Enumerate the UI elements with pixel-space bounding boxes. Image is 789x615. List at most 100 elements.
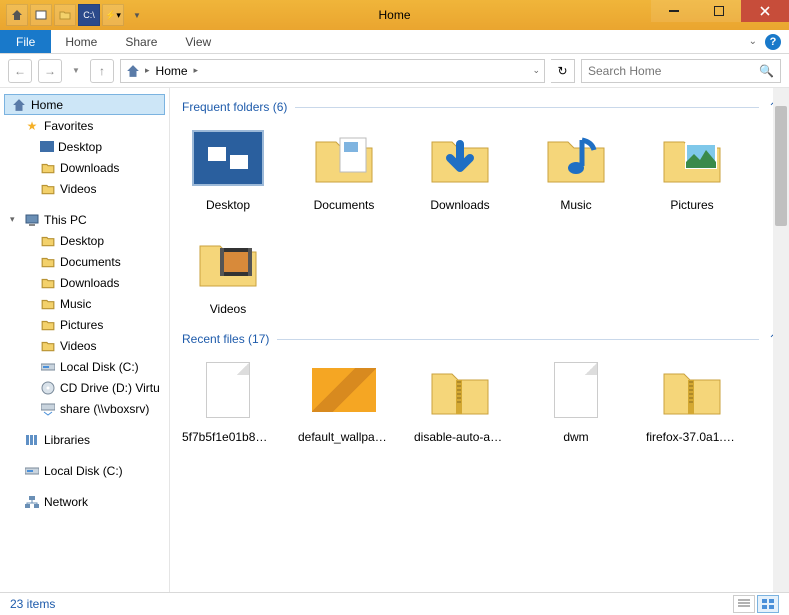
breadcrumb-home[interactable]: Home <box>154 64 190 78</box>
qat-dropdown-icon[interactable]: ⚡▾ <box>102 4 124 26</box>
sidebar-item-cd-drive[interactable]: CD Drive (D:) Virtu <box>0 377 169 398</box>
sidebar-item-downloads[interactable]: Downloads <box>0 272 169 293</box>
close-button[interactable] <box>741 0 789 22</box>
sidebar-item-local-disk-c[interactable]: Local Disk (C:) <box>0 356 169 377</box>
network-icon <box>24 494 40 510</box>
file-icon <box>554 362 598 418</box>
home-icon <box>125 63 141 79</box>
item-zip[interactable]: firefox-37.0a1.en… <box>646 354 738 444</box>
item-image[interactable]: default_wallpape… <box>298 354 390 444</box>
drive-icon <box>24 463 40 479</box>
sidebar-item-videos[interactable]: Videos <box>0 178 169 199</box>
item-desktop[interactable]: Desktop <box>182 122 274 212</box>
folder-icon <box>40 338 56 354</box>
qat-folder-icon[interactable] <box>54 4 76 26</box>
sidebar-item-documents[interactable]: Documents <box>0 251 169 272</box>
folder-icon <box>40 296 56 312</box>
qat-home-icon[interactable] <box>6 4 28 26</box>
recent-files-grid: 5f7b5f1e01b8376… default_wallpape… disab… <box>182 354 777 444</box>
folder-icon <box>40 254 56 270</box>
sidebar-home[interactable]: Home <box>4 94 165 115</box>
file-tab[interactable]: File <box>0 30 51 53</box>
address-dropdown-icon[interactable]: ⌄ <box>532 65 540 76</box>
group-title: Frequent folders (6) <box>182 100 287 114</box>
item-label: default_wallpape… <box>298 430 390 444</box>
ribbon-expand-icon[interactable]: ⌄ <box>749 36 757 47</box>
qat-cmd-icon[interactable]: C:\ <box>78 4 100 26</box>
item-file[interactable]: dwm <box>530 354 622 444</box>
item-downloads[interactable]: Downloads <box>414 122 506 212</box>
chevron-right-icon[interactable]: ▸ <box>194 65 199 76</box>
sidebar-item-label: Desktop <box>60 234 104 248</box>
sidebar-item-downloads[interactable]: Downloads <box>0 157 169 178</box>
search-icon[interactable]: 🔍 <box>759 64 774 78</box>
star-icon: ★ <box>24 118 40 134</box>
vertical-scrollbar[interactable] <box>773 88 789 592</box>
qat-new-window-icon[interactable] <box>30 4 52 26</box>
folder-pictures-icon <box>660 130 724 186</box>
scrollbar-thumb[interactable] <box>775 106 787 226</box>
sidebar-item-network-share[interactable]: share (\\vboxsrv) <box>0 398 169 419</box>
sidebar-item-label: Music <box>60 297 91 311</box>
sidebar-item-desktop[interactable]: Desktop <box>0 230 169 251</box>
sidebar-item-label: Local Disk (C:) <box>60 360 139 374</box>
tab-view[interactable]: View <box>171 30 225 53</box>
sidebar-local-disk[interactable]: Local Disk (C:) <box>0 460 169 481</box>
up-button[interactable]: ↑ <box>90 59 114 83</box>
forward-button[interactable]: → <box>38 59 62 83</box>
folder-icon <box>40 317 56 333</box>
sidebar-network[interactable]: Network <box>0 491 169 512</box>
maximize-button[interactable] <box>696 0 741 22</box>
zip-folder-icon <box>428 362 492 418</box>
expand-icon[interactable]: ▾ <box>10 214 20 225</box>
sidebar-item-music[interactable]: Music <box>0 293 169 314</box>
sidebar-item-desktop[interactable]: Desktop <box>0 136 169 157</box>
divider <box>295 107 758 108</box>
sidebar-libraries[interactable]: Libraries <box>0 429 169 450</box>
qat-customize-icon[interactable]: ▼ <box>126 4 148 26</box>
item-label: Music <box>560 198 591 212</box>
refresh-button[interactable]: ↻ <box>551 59 575 83</box>
item-documents[interactable]: Documents <box>298 122 390 212</box>
view-icons-button[interactable] <box>757 595 779 613</box>
sidebar-favorites[interactable]: ★ Favorites <box>0 115 169 136</box>
tab-share[interactable]: Share <box>111 30 171 53</box>
sidebar-item-videos[interactable]: Videos <box>0 335 169 356</box>
folder-documents-icon <box>312 130 376 186</box>
sidebar-item-label: Libraries <box>44 433 90 447</box>
sidebar-item-pictures[interactable]: Pictures <box>0 314 169 335</box>
folder-videos-icon <box>196 234 260 290</box>
sidebar-this-pc[interactable]: ▾ This PC <box>0 209 169 230</box>
desktop-icon <box>192 130 264 186</box>
sidebar-item-label: This PC <box>44 213 87 227</box>
tab-home[interactable]: Home <box>51 30 111 53</box>
sidebar-item-label: CD Drive (D:) Virtu <box>60 381 160 395</box>
ribbon-tabs: File Home Share View ⌄ ? <box>0 30 789 54</box>
item-label: firefox-37.0a1.en… <box>646 430 738 444</box>
sidebar-item-label: Videos <box>60 182 96 196</box>
disc-icon <box>40 380 56 396</box>
sidebar-item-label: Desktop <box>58 140 102 154</box>
recent-locations-icon[interactable]: ▼ <box>68 59 84 83</box>
image-thumbnail-icon <box>312 368 376 412</box>
item-pictures[interactable]: Pictures <box>646 122 738 212</box>
item-label: dwm <box>563 430 588 444</box>
group-header-recent[interactable]: Recent files (17) ⌃ <box>182 332 777 346</box>
item-label: Documents <box>314 198 375 212</box>
item-file[interactable]: 5f7b5f1e01b8376… <box>182 354 274 444</box>
search-input[interactable] <box>588 64 759 78</box>
navigation-pane: Home ★ Favorites Desktop Downloads Video… <box>0 88 170 592</box>
search-box[interactable]: 🔍 <box>581 59 781 83</box>
item-videos[interactable]: Videos <box>182 226 274 316</box>
status-bar: 23 items <box>0 592 789 614</box>
help-icon[interactable]: ? <box>765 34 781 50</box>
item-label: disable-auto-arr… <box>414 430 506 444</box>
item-zip[interactable]: disable-auto-arr… <box>414 354 506 444</box>
chevron-right-icon[interactable]: ▸ <box>145 65 150 76</box>
view-details-button[interactable] <box>733 595 755 613</box>
group-header-frequent[interactable]: Frequent folders (6) ⌃ <box>182 100 777 114</box>
minimize-button[interactable] <box>651 0 696 22</box>
item-music[interactable]: Music <box>530 122 622 212</box>
address-bar[interactable]: ▸ Home ▸ ⌄ <box>120 59 545 83</box>
back-button[interactable]: ← <box>8 59 32 83</box>
